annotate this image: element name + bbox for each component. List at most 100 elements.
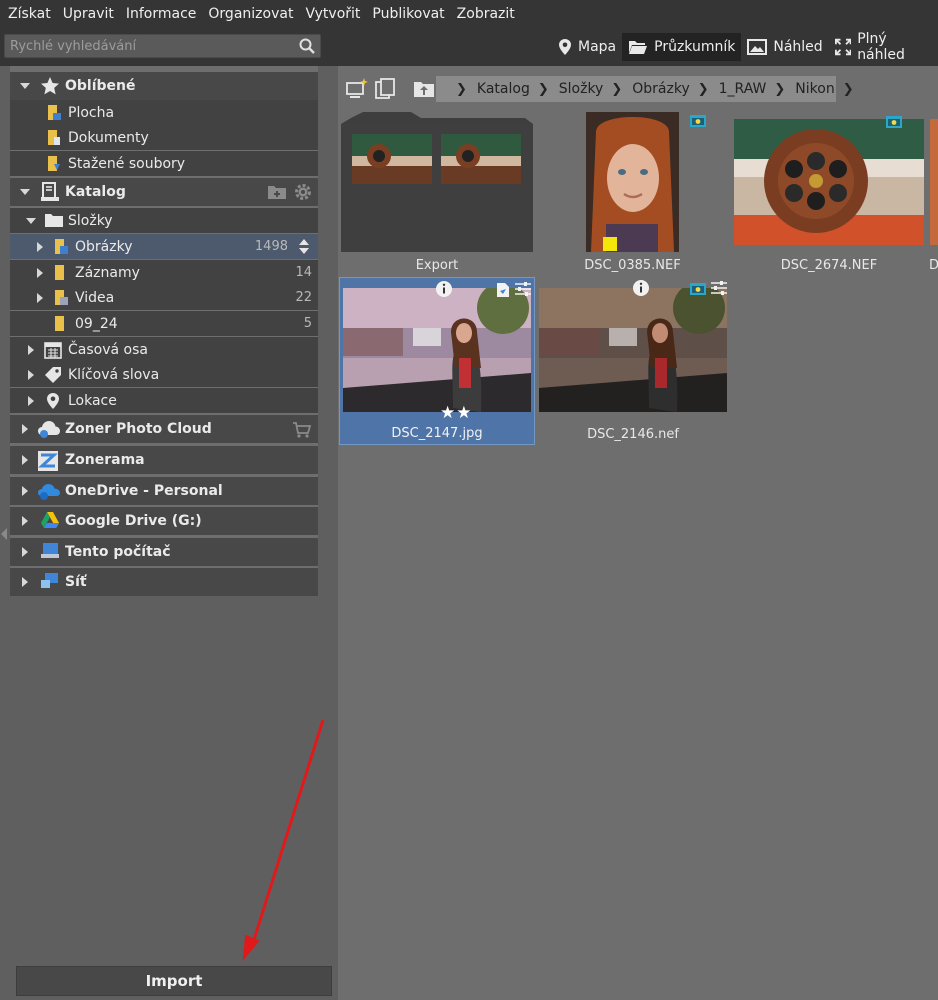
favorite-item-stazene[interactable]: Stažené soubory	[10, 151, 318, 176]
info-icon[interactable]	[435, 280, 453, 298]
search-icon[interactable]	[298, 37, 316, 55]
source-google-drive[interactable]: Google Drive (G:)	[10, 507, 318, 535]
rating-stars-icon[interactable]: ★★	[440, 403, 472, 423]
folder-thumbnail-export[interactable]	[341, 112, 533, 254]
view-modes: Mapa Průzkumník Náhled Plný náhled	[552, 31, 938, 63]
source-this-pc[interactable]: Tento počítač	[10, 538, 318, 566]
chevron-right-icon[interactable]: ❯	[611, 82, 622, 97]
chevron-right-icon[interactable]: ❯	[843, 82, 854, 97]
cart-icon[interactable]	[292, 421, 312, 439]
google-drive-icon	[41, 512, 59, 528]
color-label-yellow	[603, 237, 617, 251]
mode-browser-button[interactable]: Průzkumník	[622, 33, 742, 61]
thumbnail-dsc-2146[interactable]	[539, 282, 727, 412]
folder-up-icon[interactable]	[413, 79, 435, 99]
expand-icon[interactable]	[37, 268, 43, 278]
folder-item-count: 14	[295, 265, 312, 280]
thumbnail-caption: Export	[415, 258, 459, 273]
thumbnail-partial[interactable]	[930, 119, 938, 245]
folder-item-obrazky[interactable]: Obrázky 1498	[10, 234, 318, 259]
expand-icon[interactable]	[22, 424, 28, 434]
chevron-right-icon[interactable]: ❯	[456, 82, 467, 97]
expand-icon[interactable]	[22, 547, 28, 557]
source-network[interactable]: Síť	[10, 568, 318, 596]
folder-item-videa[interactable]: Videa 22	[10, 285, 318, 310]
expand-icon[interactable]	[22, 577, 28, 587]
breadcrumb-item[interactable]: 1_RAW	[719, 81, 767, 97]
new-catalog-icon[interactable]	[345, 77, 369, 101]
expand-icon[interactable]	[28, 370, 34, 380]
mode-map-button[interactable]: Mapa	[552, 33, 622, 61]
expand-icon[interactable]	[37, 293, 43, 303]
expand-icon[interactable]	[28, 396, 34, 406]
source-label: Google Drive (G:)	[65, 513, 202, 529]
source-zonerama[interactable]: Zonerama	[10, 446, 318, 474]
folder-icon	[45, 214, 63, 227]
breadcrumb-item[interactable]: Nikon	[795, 81, 834, 97]
thumbnail-dsc-2674[interactable]	[734, 119, 924, 245]
raw-badge-icon	[690, 283, 706, 295]
chevron-right-icon[interactable]: ❯	[538, 82, 549, 97]
edits-adjustments-icon	[711, 281, 727, 295]
section-favorites[interactable]: Oblíbené	[10, 72, 318, 100]
breadcrumb-item[interactable]: Obrázky	[632, 81, 689, 97]
breadcrumb-item[interactable]: Složky	[559, 81, 604, 97]
expand-icon[interactable]	[37, 242, 43, 252]
source-zoner-photo-cloud[interactable]: Zoner Photo Cloud	[10, 415, 318, 443]
folder-desktop-icon	[48, 105, 61, 120]
menu-informace[interactable]: Informace	[126, 6, 197, 22]
add-folder-icon[interactable]	[267, 184, 287, 200]
menu-organizovat[interactable]: Organizovat	[208, 6, 293, 22]
expand-icon[interactable]	[22, 455, 28, 465]
chevron-right-icon[interactable]: ❯	[774, 82, 785, 97]
menu-ziskat[interactable]: Získat	[8, 6, 51, 22]
folder-item-label: Záznamy	[75, 264, 140, 281]
expand-icon[interactable]	[28, 345, 34, 355]
menu-zobrazit[interactable]: Zobrazit	[457, 6, 515, 22]
menu-publikovat[interactable]: Publikovat	[372, 6, 444, 22]
computer-icon	[41, 543, 59, 558]
copy-to-catalog-icon[interactable]	[375, 77, 397, 101]
expand-icon[interactable]	[22, 516, 28, 526]
mode-full-preview-button[interactable]: Plný náhled	[829, 31, 938, 63]
catalog-locations-label: Lokace	[68, 392, 117, 409]
import-button[interactable]: Import	[16, 966, 332, 996]
folder-item-09-24[interactable]: 09_24 5	[10, 311, 318, 336]
expand-icon[interactable]	[22, 486, 28, 496]
catalog-timeline[interactable]: Časová osa	[10, 337, 318, 362]
search-input[interactable]	[5, 35, 295, 57]
source-label: Tento počítač	[65, 544, 171, 560]
collapse-icon[interactable]	[20, 83, 30, 89]
source-onedrive[interactable]: OneDrive - Personal	[10, 477, 318, 505]
folder-downloads-icon	[48, 156, 60, 171]
chevron-right-icon[interactable]: ❯	[698, 82, 709, 97]
catalog-locations[interactable]: Lokace	[10, 388, 318, 413]
thumbnail-caption: DSC_0385.NEF	[584, 258, 681, 273]
left-edge	[0, 66, 10, 1000]
mode-preview-button[interactable]: Náhled	[741, 33, 828, 61]
catalog-keywords[interactable]: Klíčová slova	[10, 362, 318, 387]
breadcrumb-item[interactable]: Katalog	[477, 81, 530, 97]
onedrive-icon	[38, 484, 60, 500]
collapse-panel-icon[interactable]	[1, 528, 7, 540]
collapse-icon[interactable]	[26, 218, 36, 224]
gear-icon[interactable]	[293, 182, 313, 202]
map-pin-icon	[559, 39, 571, 55]
menu-vytvorit[interactable]: Vytvořit	[305, 6, 360, 22]
favorite-item-dokumenty[interactable]: Dokumenty	[10, 125, 318, 150]
catalog-folders[interactable]: Složky	[10, 208, 318, 233]
info-icon[interactable]	[632, 279, 650, 297]
panel-splitter[interactable]	[318, 66, 338, 1000]
folder-item-label: Obrázky	[75, 238, 133, 255]
collapse-icon[interactable]	[20, 189, 30, 195]
menu-upravit[interactable]: Upravit	[63, 6, 114, 22]
image-icon	[747, 39, 768, 55]
section-catalog[interactable]: Katalog	[10, 178, 318, 206]
folder-item-zaznamy[interactable]: Záznamy 14	[10, 260, 318, 285]
favorite-item-plocha[interactable]: Plocha	[10, 100, 318, 125]
sort-arrows-icon[interactable]	[298, 238, 310, 255]
thumbnail-dsc-0385[interactable]	[586, 112, 679, 252]
raw-badge-icon	[690, 115, 706, 127]
navigator-panel: Oblíbené Plocha Dokumenty Stažené soubor…	[10, 70, 318, 596]
thumbnail-dsc-2147-selected[interactable]: ★★ DSC_2147.jpg	[339, 277, 535, 445]
